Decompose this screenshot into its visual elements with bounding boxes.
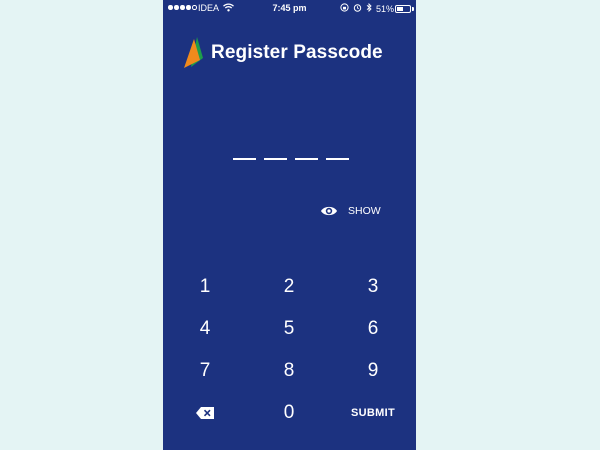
passcode-digit-slot xyxy=(295,158,318,160)
rotation-lock-icon xyxy=(340,3,349,14)
key-9[interactable]: 9 xyxy=(343,356,403,386)
key-6[interactable]: 6 xyxy=(343,314,403,344)
show-passcode-toggle[interactable]: SHOW xyxy=(320,204,381,218)
status-bar: IDEA 7:45 pm 51% xyxy=(163,0,416,18)
passcode-digit-slot xyxy=(233,158,256,160)
key-5[interactable]: 5 xyxy=(259,314,319,344)
battery-percent: 51% xyxy=(375,3,394,14)
alarm-icon xyxy=(353,3,362,14)
key-2[interactable]: 2 xyxy=(259,272,319,302)
battery-tip xyxy=(412,7,414,11)
header: Register Passcode xyxy=(183,36,383,70)
page-title: Register Passcode xyxy=(211,42,383,63)
flag-logo-icon xyxy=(184,37,203,68)
passcode-digit-slot xyxy=(264,158,287,160)
backspace-button[interactable] xyxy=(175,398,235,428)
key-1[interactable]: 1 xyxy=(175,272,235,302)
key-8[interactable]: 8 xyxy=(259,356,319,386)
battery-level xyxy=(397,7,404,11)
status-icons: 51% xyxy=(340,2,394,14)
key-0[interactable]: 0 xyxy=(259,398,319,428)
battery-icon xyxy=(395,5,411,13)
submit-button[interactable]: SUBMIT xyxy=(343,398,403,428)
key-4[interactable]: 4 xyxy=(175,314,235,344)
show-label: SHOW xyxy=(348,205,381,217)
eye-icon xyxy=(321,206,337,216)
passcode-digit-slot xyxy=(326,158,349,160)
key-7[interactable]: 7 xyxy=(175,356,235,386)
bluetooth-icon xyxy=(366,2,372,14)
phone-screen: IDEA 7:45 pm 51% Register Passcode SHOW … xyxy=(163,0,416,450)
passcode-display xyxy=(233,158,349,160)
backspace-icon xyxy=(196,407,214,419)
key-3[interactable]: 3 xyxy=(343,272,403,302)
